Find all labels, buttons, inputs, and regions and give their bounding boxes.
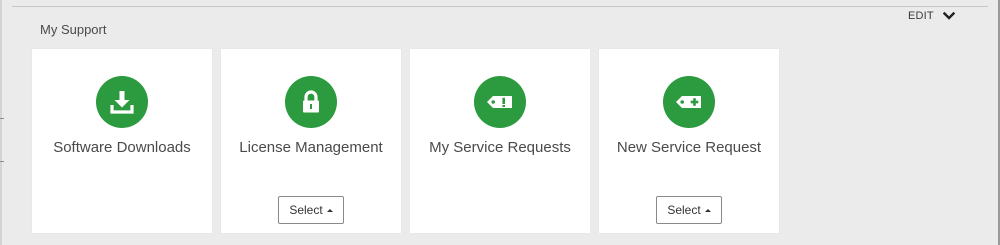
section-title: My Support	[40, 22, 107, 37]
caret-up-icon	[326, 208, 333, 212]
edit-toggle[interactable]: EDIT	[908, 8, 955, 24]
card-label: Software Downloads	[53, 139, 191, 156]
select-button[interactable]: Select	[656, 196, 722, 224]
left-edge-mark	[0, 161, 4, 162]
support-cards: Software Downloads License Management Se…	[32, 49, 779, 233]
card-my-service-requests[interactable]: My Service Requests	[410, 49, 590, 233]
chevron-down-icon	[942, 12, 955, 20]
edit-label: EDIT	[908, 10, 934, 22]
select-label: Select	[667, 203, 701, 217]
left-edge-mark	[0, 118, 4, 119]
card-label: License Management	[239, 139, 383, 156]
lock-icon	[285, 76, 337, 128]
select-label: Select	[289, 203, 323, 217]
section-divider	[12, 6, 988, 7]
left-border	[0, 0, 2, 245]
download-icon	[96, 76, 148, 128]
card-label: New Service Request	[616, 139, 762, 156]
card-software-downloads[interactable]: Software Downloads	[32, 49, 212, 233]
select-button[interactable]: Select	[278, 196, 344, 224]
card-new-service-request[interactable]: New Service Request Select	[599, 49, 779, 233]
ticket-alert-icon	[474, 76, 526, 128]
ticket-add-icon	[663, 76, 715, 128]
card-label: My Service Requests	[429, 139, 571, 156]
caret-up-icon	[704, 208, 711, 212]
card-license-management[interactable]: License Management Select	[221, 49, 401, 233]
